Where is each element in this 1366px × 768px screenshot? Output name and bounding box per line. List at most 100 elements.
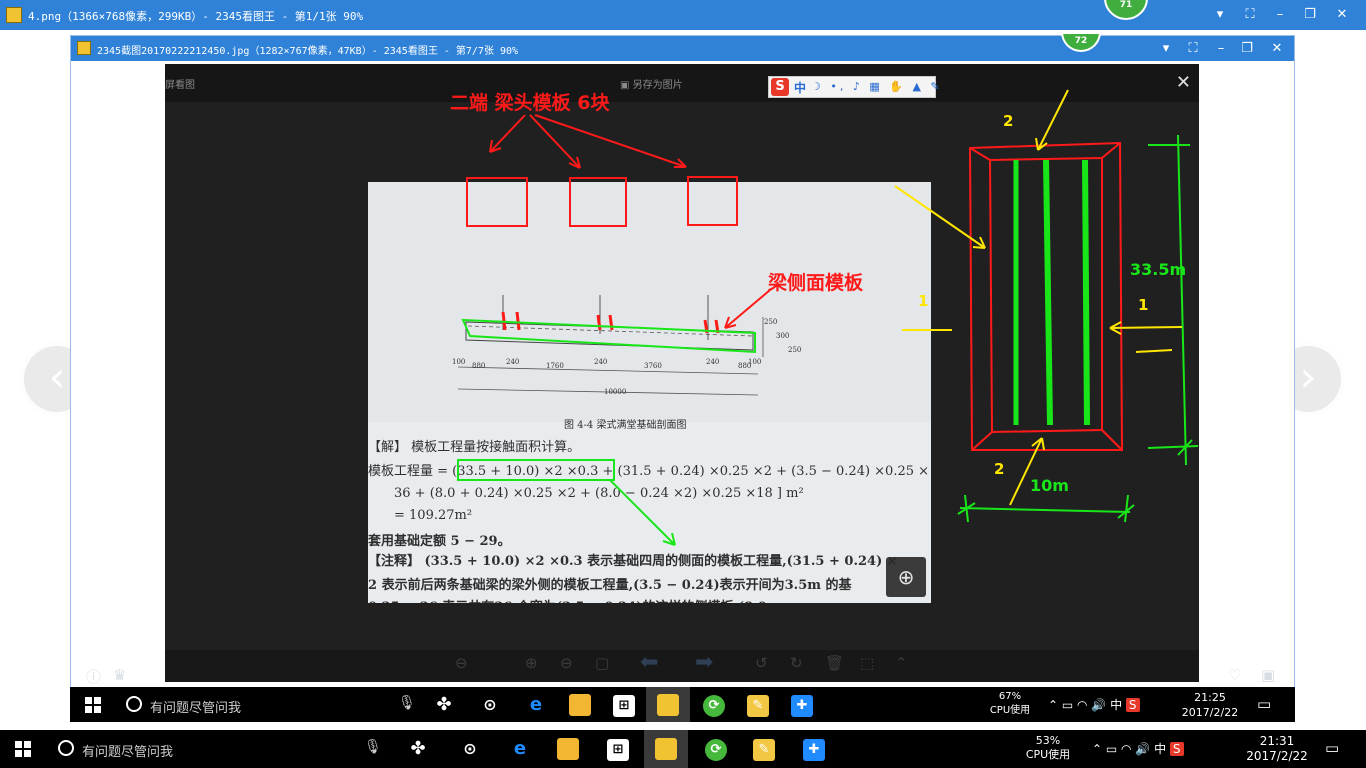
clock[interactable]: 21:31 2017/2/22 [1240, 734, 1314, 764]
dimension-label: 100 [748, 358, 762, 366]
inner-window-title: 2345截图20170222212450.jpg（1282×767像素，47KB… [97, 46, 519, 57]
fullscreen-icon[interactable]: ⛶ [1240, 6, 1260, 24]
action-center-icon[interactable]: ▭ [1257, 695, 1271, 713]
inner-titlebar: 2345截图20170222212450.jpg（1282×767像素，47KB… [71, 32, 1294, 61]
start-button[interactable] [70, 687, 116, 722]
prev-icon[interactable]: ⬅ [640, 650, 658, 675]
fit-icon[interactable]: ⊖ [560, 654, 573, 672]
outer-titlebar: 4.png（1366×768像素，299KB）- 2345看图王 - 第1/1张… [0, 0, 1366, 30]
ime-toolbar[interactable]: S 中 ☽ •, ♪ ▦ ✋ ▲ ✎ [768, 76, 940, 98]
width-dimension: 10m [1030, 476, 1069, 495]
label-2-top: 2 [1003, 112, 1014, 130]
search-input[interactable]: 有问题尽管问我 [150, 697, 241, 716]
dimension-label: 240 [594, 358, 608, 366]
close-preview-icon[interactable]: ✕ [1176, 72, 1191, 93]
save-as-image-button[interactable]: ▣ 另存为图片 [620, 76, 683, 91]
taskbar-app-browser[interactable]: ⊙ [448, 738, 492, 768]
taskbar-app-browser[interactable]: ⊙ [468, 694, 512, 729]
taskbar-app-tool[interactable]: ✚ [792, 738, 836, 768]
heart-icon[interactable]: ♡ [1228, 666, 1241, 684]
menu-dropdown-icon[interactable]: ▾ [1156, 40, 1176, 58]
delete-icon[interactable]: 🗑 [825, 654, 844, 672]
zoom-icon[interactable]: ⊕ [886, 557, 926, 597]
search-input[interactable]: 有问题尽管问我 [82, 741, 173, 760]
zoom-in-icon[interactable]: ⊕ [525, 654, 538, 672]
search-box[interactable]: 有问题尽管问我 🎙 [116, 687, 416, 722]
microphone-icon[interactable]: 🎙 [398, 695, 416, 711]
action-center-icon[interactable]: ▭ [1325, 739, 1339, 757]
minimize-icon[interactable]: – [1270, 6, 1290, 24]
side-dimension-label: 250 [788, 346, 802, 354]
total-dimension-label: 10000 [604, 388, 627, 396]
image-preview-panel: 屏看图 ▣ 另存为图片 S 中 ☽ •, ♪ ▦ ✋ ▲ ✎ ✕ 100 880 2… [165, 64, 1199, 682]
taskbar-app-green[interactable]: ⟳ [694, 738, 738, 768]
dimension-label: 880 [472, 362, 486, 370]
taskbar-app-explorer[interactable] [546, 738, 590, 768]
taskbar-app-image-viewer[interactable] [644, 730, 688, 768]
system-tray[interactable]: ⌃ ▭ ◠ 🔊 中 S [1048, 696, 1140, 713]
taskbar-app-green[interactable]: ⟳ [692, 694, 736, 729]
clock[interactable]: 21:25 2017/2/22 [1175, 690, 1245, 720]
crown-icon[interactable]: ♛ [113, 666, 126, 684]
solution-line: 【注释】 (33.5 + 10.0) ×2 ×0.3 表示基础四周的侧面的模板工… [368, 554, 898, 569]
crop-icon[interactable]: ⬚ [860, 654, 874, 672]
solution-line: 【解】 模板工程量按接触面积计算。 [368, 440, 581, 455]
foundation-section-drawing [368, 182, 931, 422]
fullscreen-icon[interactable]: ⛶ [1183, 40, 1203, 58]
next-icon[interactable]: ➡ [695, 650, 713, 675]
rotate-left-icon[interactable]: ↺ [755, 654, 768, 672]
dimension-label: 100 [452, 358, 466, 366]
taskbar-app-explorer[interactable] [558, 694, 602, 729]
minimize-icon[interactable]: – [1211, 40, 1231, 58]
close-icon[interactable]: ✕ [1267, 40, 1287, 58]
solution-line: 套用基础定额 5 − 29。 [368, 534, 511, 549]
zoom-out-icon[interactable]: ⊖ [455, 654, 468, 672]
rotate-right-icon[interactable]: ↻ [790, 654, 803, 672]
beam-side-annotation: 梁侧面模板 [768, 272, 864, 294]
label-1-left: 1 [918, 292, 929, 310]
taskbar-app-store[interactable]: ⊞ [602, 694, 646, 729]
sogou-logo-icon: S [771, 78, 789, 96]
menu-dropdown-icon[interactable]: ▾ [1210, 6, 1230, 24]
search-box[interactable]: 有问题尽管问我 🎙 [48, 730, 394, 768]
taskbar-app-notes[interactable]: ✎ [736, 694, 780, 729]
solution-line: = 109.27m² [394, 508, 473, 523]
ime-mode[interactable]: 中 [794, 79, 806, 96]
close-icon[interactable]: ✕ [1332, 6, 1352, 24]
taskbar-app-edge[interactable]: e [514, 694, 558, 729]
comment-icon[interactable]: ▢ [595, 654, 609, 672]
cpu-meter[interactable]: 67% CPU使用 [980, 690, 1040, 718]
label-1-right: 1 [1138, 296, 1149, 314]
solution-line: 2 表示前后两条基础梁的梁外侧的模板工程量,(3.5 − 0.24)表示开间为3… [368, 578, 852, 593]
preview-header: 屏看图 ▣ 另存为图片 S 中 ☽ •, ♪ ▦ ✋ ▲ ✎ ✕ [165, 64, 1199, 102]
ime-tools[interactable]: ☽ •, ♪ ▦ ✋ ▲ ✎ [811, 80, 943, 93]
more-icon[interactable]: ⌃ [895, 654, 908, 672]
windows-icon [15, 741, 31, 757]
microphone-icon[interactable]: 🎙 [364, 739, 382, 755]
notification-badge[interactable]: 72 [1061, 32, 1101, 52]
dimension-label: 240 [706, 358, 720, 366]
side-dimension-label: 300 [776, 332, 790, 340]
restore-icon[interactable]: ❐ [1300, 6, 1320, 24]
solution-line: 0.25 × 36 表示共有36 个宽为(3.5 − 0.24)的这样的侧模板,… [368, 596, 767, 603]
start-button[interactable] [0, 730, 46, 768]
notification-badge[interactable]: 71 [1104, 0, 1148, 20]
ime-indicator: 中 [1110, 698, 1123, 712]
folder-icon[interactable]: ▣ [1261, 666, 1275, 684]
taskbar-app-tool[interactable]: ✚ [780, 694, 824, 729]
restore-icon[interactable]: ❐ [1237, 40, 1257, 58]
info-icon[interactable]: ⓘ [86, 666, 101, 687]
taskbar-app-pinwheel[interactable]: ✤ [396, 738, 440, 768]
taskbar-app-store[interactable]: ⊞ [596, 738, 640, 768]
cortana-icon [126, 696, 142, 712]
taskbar-app-pinwheel[interactable]: ✤ [422, 694, 466, 729]
system-tray[interactable]: ⌃ ▭ ◠ 🔊 中 S [1092, 740, 1184, 757]
cpu-meter[interactable]: 53% CPU使用 [1016, 734, 1080, 762]
taskbar-app-edge[interactable]: e [498, 738, 542, 768]
taskbar-app-image-viewer[interactable] [646, 687, 690, 722]
taskbar-app-notes[interactable]: ✎ [742, 738, 786, 768]
height-dimension: 33.5m [1130, 260, 1187, 279]
label-2-bottom: 2 [994, 460, 1005, 478]
windows-icon [85, 697, 101, 713]
inner-taskbar: 有问题尽管问我 🎙 ✤ ⊙ e ⊞ ⟳ ✎ ✚ 67% CPU使用 ⌃ ▭ ◠ … [70, 687, 1295, 722]
